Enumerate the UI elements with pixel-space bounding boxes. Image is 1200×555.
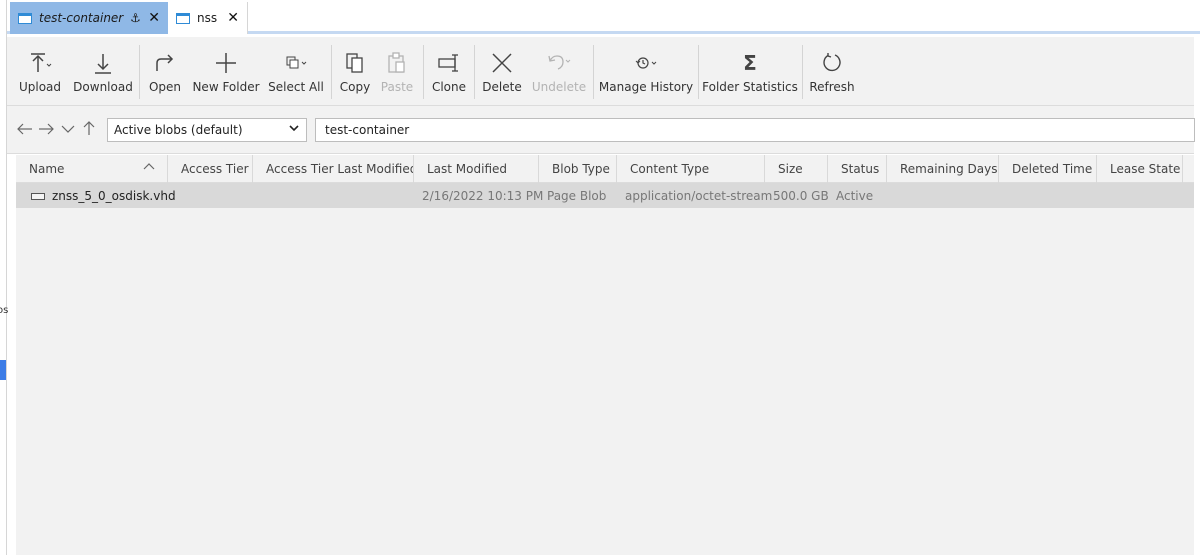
tab-label: nss [197, 11, 218, 25]
undo-icon [546, 46, 572, 80]
cell-status: Active [836, 189, 874, 203]
open-button[interactable]: Open [145, 37, 185, 106]
cell-content-type: application/octet-stream [625, 189, 773, 203]
paste-icon [387, 46, 407, 80]
folder-statistics-button[interactable]: Σ Folder Statistics [702, 37, 798, 106]
copy-button[interactable]: Copy [337, 37, 373, 106]
table-header: Name Access Tier Access Tier Last Modifi… [16, 155, 1194, 183]
download-button[interactable]: Download [73, 37, 133, 106]
table-row[interactable]: znss_5_0_osdisk.vhd 2/16/2022 10:13 PM P… [16, 183, 1194, 208]
blob-view-select-value: Active blobs (default) [114, 123, 243, 137]
up-arrow-icon[interactable] [82, 120, 96, 139]
chevron-down-icon [288, 122, 300, 137]
select-all-icon [284, 46, 308, 80]
undelete-label: Undelete [531, 80, 587, 94]
open-arrow-icon [154, 46, 176, 80]
clone-label: Clone [431, 80, 467, 94]
navigation-bar: Active blobs (default) test-container [7, 106, 1195, 154]
cell-name: znss_5_0_osdisk.vhd [16, 183, 176, 208]
copy-label: Copy [339, 80, 371, 94]
clone-button[interactable]: Clone [429, 37, 469, 106]
upload-label: Upload [18, 80, 62, 94]
column-header-name[interactable]: Name [16, 155, 168, 183]
cell-size: 500.0 GB [773, 189, 829, 203]
new-folder-button[interactable]: New Folder [191, 37, 261, 106]
toolbar-divider [593, 45, 594, 99]
select-all-label: Select All [268, 80, 324, 94]
delete-label: Delete [482, 80, 522, 94]
path-input-value: test-container [325, 123, 410, 137]
column-header-access-tier-last-modified[interactable]: Access Tier Last Modified [253, 155, 414, 183]
window-icon [176, 12, 190, 24]
column-header-deleted-time[interactable]: Deleted Time [999, 155, 1097, 183]
close-icon[interactable]: ✕ [227, 10, 239, 26]
sigma-icon: Σ [743, 51, 757, 75]
blob-table: Name Access Tier Access Tier Last Modifi… [16, 155, 1194, 208]
plus-icon [215, 46, 237, 80]
left-panel-edge: os [0, 0, 9, 555]
new-folder-label: New Folder [192, 80, 260, 94]
disk-file-icon [31, 193, 45, 200]
paste-button[interactable]: Paste [379, 37, 415, 106]
refresh-icon [821, 46, 843, 80]
cell-remaining-days [900, 183, 1012, 208]
cell-access-tier [181, 183, 266, 208]
path-input[interactable]: test-container [315, 118, 1195, 142]
delete-button[interactable]: Delete [481, 37, 523, 106]
refresh-label: Refresh [809, 80, 855, 94]
download-icon [93, 46, 113, 80]
column-header-content-type[interactable]: Content Type [617, 155, 765, 183]
tab-bar: test-container ⚓ ✕ nss ✕ [7, 0, 1200, 34]
column-header-lease-state[interactable]: Lease State [1097, 155, 1183, 183]
column-header-blob-type[interactable]: Blob Type [539, 155, 617, 183]
toolbar: Upload Download Open New Folder Select A… [7, 37, 1194, 106]
column-header-remaining-days[interactable]: Remaining Days [887, 155, 999, 183]
column-header-last-modified[interactable]: Last Modified [414, 155, 539, 183]
refresh-button[interactable]: Refresh [807, 37, 857, 106]
cell-access-tier-last-modified [266, 183, 421, 208]
upload-icon [28, 46, 52, 80]
tab-nss[interactable]: nss ✕ [168, 2, 248, 34]
recent-dropdown-icon[interactable] [61, 120, 75, 139]
open-label: Open [148, 80, 182, 94]
tab-label: test-container [39, 11, 124, 25]
table-empty-area [16, 208, 1194, 555]
blob-view-select[interactable]: Active blobs (default) [107, 118, 307, 142]
copy-icon [345, 46, 365, 80]
sort-ascending-icon [143, 160, 155, 174]
close-icon[interactable]: ✕ [148, 10, 160, 26]
window-icon [18, 12, 32, 24]
toolbar-divider [474, 45, 475, 99]
left-panel-selection-marker [0, 360, 6, 380]
pin-icon[interactable]: ⚓ [130, 11, 140, 25]
toolbar-divider [139, 45, 140, 99]
upload-button[interactable]: Upload [15, 37, 65, 106]
undelete-button[interactable]: Undelete [531, 37, 587, 106]
cell-blob-type: Page Blob [547, 189, 607, 203]
delete-x-icon [491, 46, 513, 80]
left-panel-text-fragment: os [0, 305, 9, 316]
history-icon [633, 46, 659, 80]
folder-statistics-label: Folder Statistics [702, 80, 798, 94]
back-arrow-icon[interactable] [17, 120, 33, 139]
toolbar-divider [698, 45, 699, 99]
column-header-size[interactable]: Size [765, 155, 828, 183]
toolbar-divider [802, 45, 803, 99]
download-label: Download [73, 80, 133, 94]
cell-last-modified: 2/16/2022 10:13 PM [422, 189, 544, 203]
cell-lease-state [1110, 183, 1190, 208]
forward-arrow-icon[interactable] [38, 120, 54, 139]
paste-label: Paste [380, 80, 414, 94]
column-header-status[interactable]: Status [828, 155, 887, 183]
clone-icon [437, 46, 461, 80]
manage-history-label: Manage History [598, 80, 694, 94]
tab-test-container[interactable]: test-container ⚓ ✕ [10, 2, 168, 34]
cell-deleted-time [1012, 183, 1110, 208]
toolbar-divider [331, 45, 332, 99]
column-header-access-tier[interactable]: Access Tier [168, 155, 253, 183]
select-all-button[interactable]: Select All [267, 37, 325, 106]
toolbar-divider [423, 45, 424, 99]
manage-history-button[interactable]: Manage History [598, 37, 694, 106]
